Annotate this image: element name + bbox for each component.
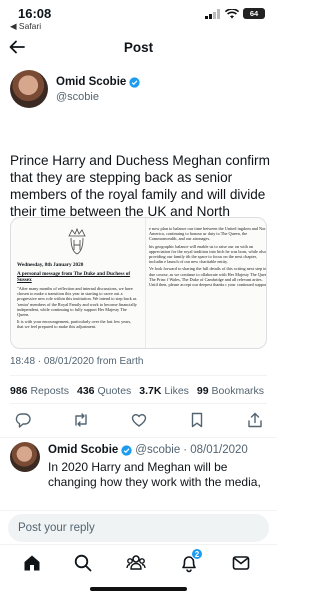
author-name[interactable]: Omid Scobie [56, 76, 126, 88]
statement-paragraph: "After many months of reflection and int… [17, 286, 137, 318]
divider [10, 375, 267, 376]
reply-icon[interactable] [14, 411, 32, 429]
stat-bookmarks[interactable]: 99 Bookmarks [197, 385, 264, 397]
statement-image[interactable]: Wednesday, 8th January 2020 A personal m… [10, 217, 267, 349]
stat-label: Reposts [30, 385, 69, 397]
reply-composer: Post your reply [0, 510, 277, 544]
divider [0, 437, 277, 438]
battery-icon: 64 [243, 8, 265, 19]
repost-icon[interactable] [72, 411, 90, 429]
back-to-safari-link[interactable]: ◀ Safari [10, 21, 41, 32]
search-icon[interactable] [73, 553, 93, 573]
post-stats: 986 Reposts 436 Quotes 3.7K Likes 99 Boo… [10, 385, 272, 397]
stat-label: Bookmarks [211, 385, 265, 397]
home-icon[interactable] [22, 553, 42, 573]
post-header: Post [0, 36, 277, 62]
share-icon[interactable] [246, 411, 264, 429]
bottom-tab-bar: 2 [0, 544, 277, 600]
messages-icon[interactable] [231, 553, 251, 573]
reply-author-name[interactable]: Omid Scobie [48, 444, 118, 456]
reply-input[interactable]: Post your reply [8, 514, 269, 542]
page-title: Post [123, 40, 154, 55]
stat-label: Likes [164, 385, 189, 397]
reply-date: · 08/01/2020 [183, 444, 248, 456]
statement-date: Wednesday, 8th January 2020 [17, 262, 84, 268]
statement-page-left: Wednesday, 8th January 2020 A personal m… [15, 218, 139, 348]
reply-header: Omid Scobie @scobie · 08/01/2020 [48, 444, 248, 456]
statement-body-left: "After many months of reflection and int… [17, 286, 137, 332]
avatar[interactable] [10, 70, 48, 108]
statement-paragraph: his geographic balance will enable us to… [149, 243, 266, 265]
stat-reposts[interactable]: 986 Reposts [10, 385, 69, 397]
divider [10, 403, 267, 404]
bookmark-icon[interactable] [188, 411, 206, 429]
stat-value: 3.7K [139, 385, 162, 397]
stat-likes[interactable]: 3.7K Likes [139, 385, 189, 397]
status-bar: 16:08 ◀ Safari 64 [0, 0, 277, 34]
avatar[interactable] [10, 442, 40, 472]
wifi-icon [225, 8, 239, 18]
stat-value: 436 [76, 385, 95, 397]
statement-page-right: e now plan to balance our time between t… [145, 218, 267, 348]
statement-paragraph: Ve look forward to sharing the full deta… [149, 266, 267, 288]
reply-post[interactable]: Omid Scobie @scobie · 08/01/2020 In 2020… [10, 442, 272, 500]
post-author[interactable]: Omid Scobie @scobie [10, 70, 267, 110]
verified-badge-icon [121, 444, 132, 456]
statement-paragraph: e now plan to balance our time between t… [149, 226, 267, 242]
reply-handle[interactable]: @scobie [135, 444, 180, 456]
author-name-row[interactable]: Omid Scobie [56, 76, 140, 88]
status-time: 16:08 [18, 6, 52, 21]
verified-badge-icon [129, 76, 140, 88]
author-handle[interactable]: @scobie [56, 91, 99, 103]
royal-monogram-icon [68, 227, 86, 255]
like-icon[interactable] [130, 411, 148, 429]
notifications-badge: 2 [191, 548, 203, 560]
notifications-tab[interactable]: 2 [179, 548, 203, 573]
signal-icon [205, 8, 220, 19]
stat-label: Quotes [97, 385, 132, 397]
status-icons: 64 [205, 8, 265, 19]
stat-value: 99 [196, 385, 209, 397]
reply-text: In 2020 Harry and Meghan will be changin… [48, 460, 261, 492]
post-actions [14, 411, 264, 433]
statement-paragraph: It is with your encouragement, particula… [17, 319, 132, 330]
home-indicator [90, 587, 187, 591]
communities-icon[interactable] [126, 553, 146, 573]
statement-heading: A personal message from The Duke and Duc… [17, 271, 131, 283]
stat-quotes[interactable]: 436 Quotes [77, 385, 131, 397]
statement-body-right: e now plan to balance our time between t… [149, 226, 267, 289]
post-timestamp: 18:48 · 08/01/2020 from Earth [10, 356, 144, 367]
stat-value: 986 [10, 385, 28, 397]
